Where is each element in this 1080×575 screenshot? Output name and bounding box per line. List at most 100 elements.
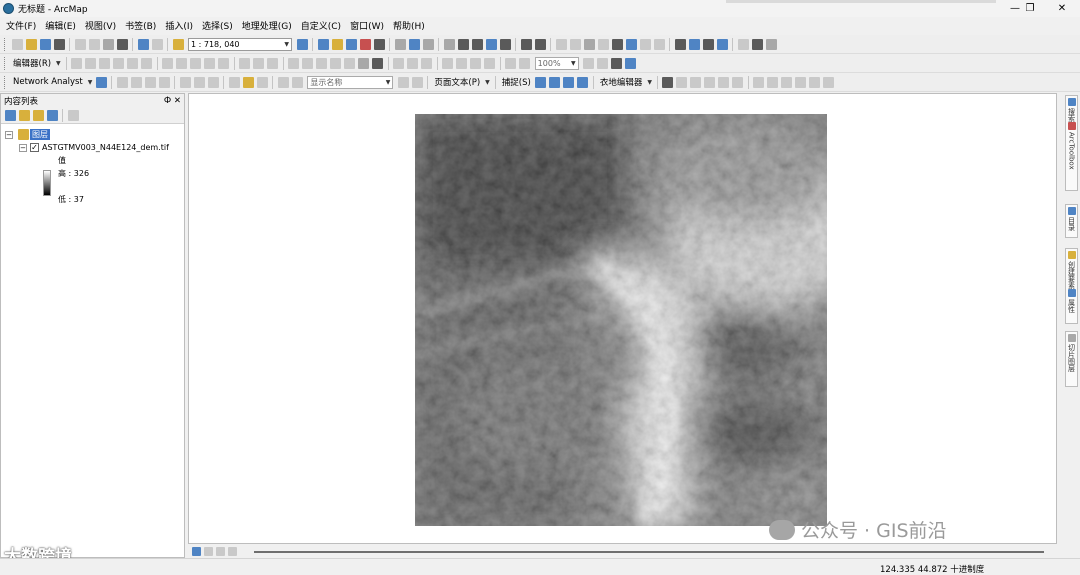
- identify-icon[interactable]: [625, 38, 637, 50]
- create-features-attributes-tab[interactable]: 创建要素 属性: [1065, 248, 1078, 324]
- menu-file[interactable]: 文件(F): [6, 19, 36, 32]
- fixed-zoom-in-icon[interactable]: [520, 38, 532, 50]
- straight-segment-icon[interactable]: [99, 57, 111, 69]
- align-edge-icon[interactable]: [302, 57, 314, 69]
- link-table-icon[interactable]: [718, 76, 730, 88]
- list-by-selection-icon[interactable]: [46, 109, 58, 121]
- print-icon[interactable]: [53, 38, 65, 50]
- cut-icon[interactable]: [74, 38, 86, 50]
- rubbersheet-icon[interactable]: [676, 76, 688, 88]
- page-text-menu[interactable]: 页面文本(P): [434, 76, 480, 88]
- list-by-visibility-icon[interactable]: [32, 109, 44, 121]
- new-document-icon[interactable]: [11, 38, 23, 50]
- toolbar-options-icon[interactable]: [422, 38, 434, 50]
- fixed-zoom-out-icon[interactable]: [534, 38, 546, 50]
- topology-edit-icon[interactable]: [662, 76, 674, 88]
- tab-attributes-label[interactable]: 属性: [1067, 299, 1077, 313]
- georeferencing-icon[interactable]: [256, 76, 268, 88]
- pause-drawing-icon[interactable]: [227, 547, 237, 556]
- back-extent-icon[interactable]: [555, 38, 567, 50]
- go-forward-extent-icon[interactable]: [519, 57, 531, 69]
- close-button[interactable]: ✕: [1040, 0, 1080, 17]
- fixed-zoom-out-page-icon[interactable]: [484, 57, 496, 69]
- solve-icon[interactable]: [144, 76, 156, 88]
- trace-icon[interactable]: [127, 57, 139, 69]
- full-extent-icon[interactable]: [499, 38, 511, 50]
- tab-arctoolbox-label[interactable]: ArcToolbox: [1068, 132, 1076, 170]
- data-frame-label[interactable]: 图层: [30, 129, 50, 140]
- time-slider-icon[interactable]: [716, 38, 728, 50]
- network-analyst-window-icon[interactable]: [95, 76, 107, 88]
- change-layout-icon[interactable]: [611, 57, 623, 69]
- save-icon[interactable]: [39, 38, 51, 50]
- forward-extent-icon[interactable]: [569, 38, 581, 50]
- conflict-icon[interactable]: [809, 76, 821, 88]
- map-scale-combo[interactable]: 1 : 718, 040 ▼: [188, 37, 292, 51]
- search-arctoolbox-tab[interactable]: 搜索 ArcToolbox: [1065, 95, 1078, 191]
- build-network-icon[interactable]: [207, 76, 219, 88]
- layout-zoom-out-icon[interactable]: [407, 57, 419, 69]
- error-inspector-icon[interactable]: [358, 57, 370, 69]
- catalog-tab[interactable]: 目录: [1065, 204, 1078, 238]
- edit-annotation-icon[interactable]: [85, 57, 97, 69]
- clear-selection-icon[interactable]: [597, 38, 609, 50]
- reconcile-icon[interactable]: [781, 76, 793, 88]
- fix-topology-icon[interactable]: [372, 57, 384, 69]
- create-viewer-icon[interactable]: [737, 38, 749, 50]
- page-name-combo[interactable]: 显示名称 ▼: [307, 75, 394, 89]
- collapse-icon[interactable]: −: [19, 143, 27, 152]
- layout-pan-icon[interactable]: [421, 57, 433, 69]
- create-network-location-icon[interactable]: [116, 76, 128, 88]
- toc-close-button[interactable]: ✕: [174, 96, 181, 106]
- version-changes-icon[interactable]: [823, 76, 835, 88]
- edit-tool-icon[interactable]: [71, 57, 83, 69]
- split-icon[interactable]: [204, 57, 216, 69]
- zoom-in-icon[interactable]: [457, 38, 469, 50]
- editor-menu[interactable]: 编辑器(R): [13, 57, 51, 69]
- delete-icon[interactable]: [116, 38, 128, 50]
- attribute-transfer-icon[interactable]: [704, 76, 716, 88]
- sketch-properties-icon[interactable]: [253, 57, 265, 69]
- find-binoculars-icon[interactable]: [674, 38, 686, 50]
- redo-icon[interactable]: [151, 38, 163, 50]
- menu-help[interactable]: 帮助(H): [393, 19, 425, 32]
- georef-editor-menu[interactable]: 衣地编辑器: [600, 76, 643, 88]
- end-snapping-icon[interactable]: [549, 76, 561, 88]
- catalog-icon[interactable]: [331, 38, 343, 50]
- pan-hand-icon[interactable]: [485, 38, 497, 50]
- map-display[interactable]: 公众号 · GIS前沿: [188, 93, 1057, 544]
- go-back-extent-icon[interactable]: [505, 57, 517, 69]
- search-window-icon[interactable]: [345, 38, 357, 50]
- network-analyst-menu[interactable]: Network Analyst: [13, 77, 83, 87]
- select-move-location-icon[interactable]: [130, 76, 142, 88]
- select-features-icon[interactable]: [583, 38, 595, 50]
- toolbar-grip[interactable]: [4, 56, 7, 70]
- toolbar-grip[interactable]: [4, 75, 7, 89]
- python-window-icon[interactable]: [373, 38, 385, 50]
- geodatabase-history-icon[interactable]: [753, 76, 765, 88]
- post-icon[interactable]: [795, 76, 807, 88]
- first-page-icon[interactable]: [277, 76, 289, 88]
- find-route-icon[interactable]: [688, 38, 700, 50]
- copy-icon[interactable]: [88, 38, 100, 50]
- topology-icon[interactable]: [288, 57, 300, 69]
- html-popup-icon[interactable]: [653, 38, 665, 50]
- collapse-icon[interactable]: −: [5, 130, 13, 139]
- focus-data-frame-icon[interactable]: [597, 57, 609, 69]
- snapping-menu[interactable]: 捕捉(S): [502, 76, 531, 88]
- drawing-icon[interactable]: [242, 76, 254, 88]
- data-driven-pages-icon[interactable]: [625, 57, 637, 69]
- horizontal-scrollbar[interactable]: [254, 551, 1044, 553]
- menu-bookmarks[interactable]: 书签(B): [125, 19, 156, 32]
- layout-zoom-combo[interactable]: 100% ▼: [534, 56, 579, 70]
- end-point-arc-icon[interactable]: [113, 57, 125, 69]
- menu-customize[interactable]: 自定义(C): [301, 19, 341, 32]
- rotate-icon[interactable]: [218, 57, 230, 69]
- vertex-snapping-icon[interactable]: [563, 76, 575, 88]
- undo-icon[interactable]: [137, 38, 149, 50]
- directions-icon[interactable]: [158, 76, 170, 88]
- cartography-tool-icon[interactable]: [228, 76, 240, 88]
- layout-view-toggle-icon[interactable]: [203, 547, 213, 556]
- add-data-icon[interactable]: [172, 38, 184, 50]
- tab-create-features-label[interactable]: 创建要素: [1067, 261, 1077, 289]
